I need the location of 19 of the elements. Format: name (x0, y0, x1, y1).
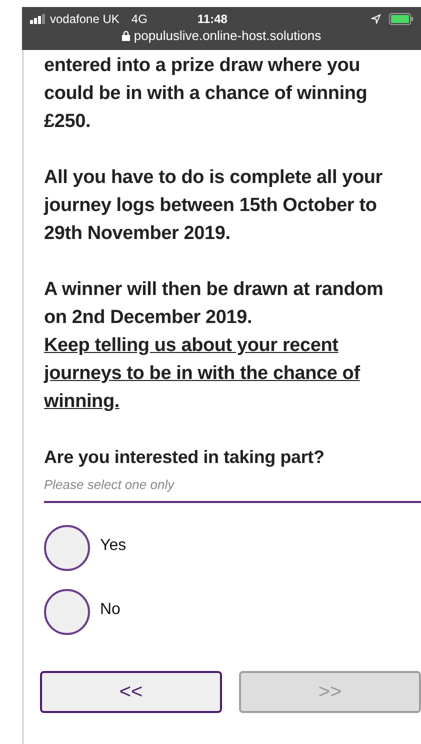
option-label: No (100, 600, 120, 620)
message-paragraph: All you have to do is complete all your journey logs between 15th October to 29th November 2019. (44, 166, 384, 246)
location-arrow-icon (371, 14, 381, 24)
url-text: populuslive.online-host.solutions (134, 27, 322, 46)
network-type: 4G (131, 10, 148, 28)
option-label: Yes (100, 536, 126, 556)
battery-icon (389, 12, 413, 24)
carrier-name: vodafone UK (50, 10, 120, 28)
message-paragraph: entered into a prize draw where you could be in with a chance of winning £250. (44, 54, 368, 134)
signal-icon (30, 14, 46, 24)
question-text: Are you interested in taking part? (44, 446, 326, 469)
underlined-message: Keep telling us about your recent journeys to be in with the chance of winning. (44, 334, 362, 414)
message-paragraph: A winner will then be drawn at random on 2nd December 2019. (44, 278, 384, 330)
clock-time: 11:48 (197, 10, 228, 28)
back-button[interactable]: << (40, 670, 222, 712)
lock-icon (122, 31, 130, 41)
radio-button[interactable] (44, 524, 90, 570)
radio-button[interactable] (44, 588, 90, 634)
hint-text: Please select one only (44, 476, 176, 494)
